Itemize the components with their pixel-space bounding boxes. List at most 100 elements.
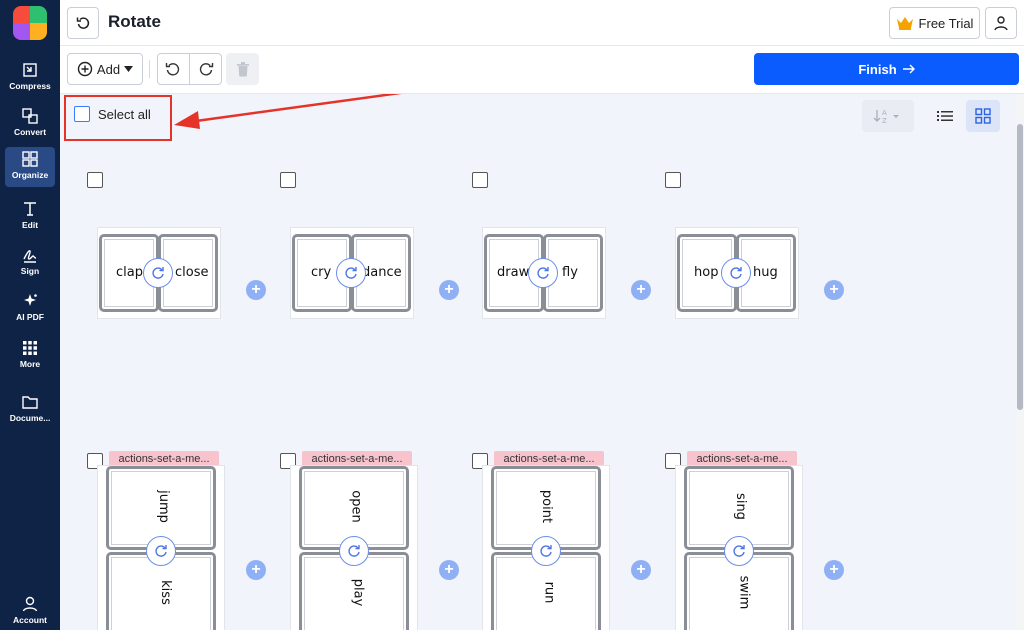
insert-page-button[interactable]: + <box>439 560 459 580</box>
free-trial-button[interactable]: Free Trial <box>889 7 980 39</box>
flashcard-word: point <box>539 489 555 524</box>
sidebar-item-edit[interactable]: Edit <box>5 197 55 237</box>
page-card[interactable]: sing swim + <box>665 453 857 630</box>
sidebar-item-account[interactable]: Account <box>5 592 55 630</box>
flashcard-word: close <box>175 265 209 280</box>
rotate-left-button[interactable] <box>157 53 190 85</box>
rotate-ccw-icon <box>166 63 180 76</box>
grid-view-button[interactable] <box>966 100 1000 132</box>
page-card[interactable]: draw fly + actions-set-a-me... 3 <box>472 172 664 480</box>
page-checkbox[interactable] <box>280 172 296 188</box>
svg-text:A: A <box>882 109 887 117</box>
compress-icon <box>23 63 37 77</box>
free-trial-label: Free Trial <box>918 15 974 31</box>
ai-sparkle-icon <box>24 294 37 306</box>
rotate-page-button[interactable] <box>146 536 176 566</box>
insert-page-button[interactable]: + <box>824 280 844 300</box>
sidebar-item-label: Organize <box>11 170 49 180</box>
insert-page-button[interactable]: + <box>246 560 266 580</box>
flashcard-word: open <box>348 490 364 523</box>
rotate-page-button[interactable] <box>143 258 173 288</box>
sidebar-item-organize[interactable]: Organize <box>5 147 55 187</box>
rotate-cw-icon <box>199 63 213 76</box>
insert-page-button[interactable]: + <box>824 560 844 580</box>
sidebar-item-label: Edit <box>21 220 39 230</box>
toolbar-divider <box>149 60 150 78</box>
sidebar-item-compress[interactable]: Compress <box>5 58 55 98</box>
insert-page-button[interactable]: + <box>439 280 459 300</box>
caret-down-icon <box>124 66 134 72</box>
rotate-tool-group <box>157 53 259 85</box>
rotate-page-button[interactable] <box>721 258 751 288</box>
flashcard-word: dance <box>362 265 402 280</box>
crown-icon <box>896 17 913 30</box>
page-card[interactable]: open play + <box>280 453 472 630</box>
page-card[interactable]: cry dance + actions-set-a-me... 2 <box>280 172 472 480</box>
rotate-right-button[interactable] <box>189 53 223 85</box>
rotate-page-button[interactable] <box>339 536 369 566</box>
rotate-page-button[interactable] <box>724 536 754 566</box>
sidebar-item-documents[interactable]: Docume... <box>5 390 55 430</box>
sidebar-item-convert[interactable]: Convert <box>5 104 55 144</box>
user-icon <box>994 16 1008 31</box>
finish-button[interactable]: Finish <box>754 53 1019 85</box>
rotate-icon <box>155 545 167 557</box>
grid-view-icon <box>975 108 991 124</box>
sidebar: Compress Convert Organize Edit Sign AI P… <box>0 0 60 630</box>
page-checkbox[interactable] <box>665 172 681 188</box>
rotate-page-button[interactable] <box>336 258 366 288</box>
rotate-page-button[interactable] <box>531 536 561 566</box>
rotate-icon <box>540 545 552 557</box>
sidebar-item-label: Docume... <box>9 413 51 423</box>
page-checkbox[interactable] <box>87 172 103 188</box>
sidebar-item-ai-pdf[interactable]: AI PDF <box>5 289 55 329</box>
page-card[interactable]: clap close + actions-set-a-me... 1 <box>87 172 279 480</box>
list-view-button[interactable] <box>928 100 962 132</box>
flashcard-word: hug <box>753 265 778 280</box>
page-thumbnail[interactable]: jump kiss <box>98 466 224 630</box>
page-card[interactable]: hop hug + actions-set-a-me... 4 <box>665 172 857 480</box>
organize-icon <box>22 151 38 167</box>
back-button[interactable] <box>67 7 99 39</box>
page-thumbnail[interactable]: open play <box>291 466 417 630</box>
add-label: Add <box>96 61 121 77</box>
flashcard-word: swim <box>736 575 752 610</box>
convert-icon <box>22 108 38 124</box>
list-view-icon <box>937 111 953 121</box>
page-thumbnail[interactable]: sing swim <box>676 466 802 630</box>
user-account-button[interactable] <box>985 7 1017 39</box>
app-root: Compress Convert Organize Edit Sign AI P… <box>0 0 1024 630</box>
page-thumbnail[interactable]: point run <box>483 466 609 630</box>
rotate-page-button[interactable] <box>528 258 558 288</box>
folder-icon <box>22 396 38 409</box>
page-thumbnail[interactable]: draw fly <box>483 228 605 318</box>
arrow-right-icon <box>902 64 915 74</box>
sidebar-item-label: More <box>19 359 41 369</box>
delete-button[interactable] <box>226 53 259 85</box>
page-checkbox[interactable] <box>472 172 488 188</box>
scrollbar-thumb[interactable] <box>1017 124 1023 410</box>
page-thumbnail[interactable]: cry dance <box>291 228 413 318</box>
sort-button[interactable]: AZ <box>862 100 914 132</box>
svg-text:Z: Z <box>882 117 887 124</box>
more-grid-icon <box>23 341 37 355</box>
insert-page-button[interactable]: + <box>631 280 651 300</box>
insert-page-button[interactable]: + <box>631 560 651 580</box>
flashcard-word: clap <box>116 265 143 280</box>
page-thumbnail[interactable]: hop hug <box>676 228 798 318</box>
add-button[interactable]: Add <box>67 53 143 85</box>
flashcard-word: hop <box>694 265 719 280</box>
rotate-icon <box>152 267 164 279</box>
sidebar-item-more[interactable]: More <box>5 336 55 376</box>
undo-arrow-icon <box>76 17 90 29</box>
sidebar-item-sign[interactable]: Sign <box>5 243 55 283</box>
toolbar: Add Finish <box>60 46 1024 94</box>
rotate-icon <box>345 267 357 279</box>
account-icon <box>22 596 38 612</box>
app-logo[interactable] <box>13 6 47 40</box>
vertical-scrollbar[interactable] <box>1016 94 1024 630</box>
insert-page-button[interactable]: + <box>246 280 266 300</box>
page-card[interactable]: jump kiss + <box>87 453 279 630</box>
page-card[interactable]: point run + <box>472 453 664 630</box>
page-thumbnail[interactable]: clap close <box>98 228 220 318</box>
